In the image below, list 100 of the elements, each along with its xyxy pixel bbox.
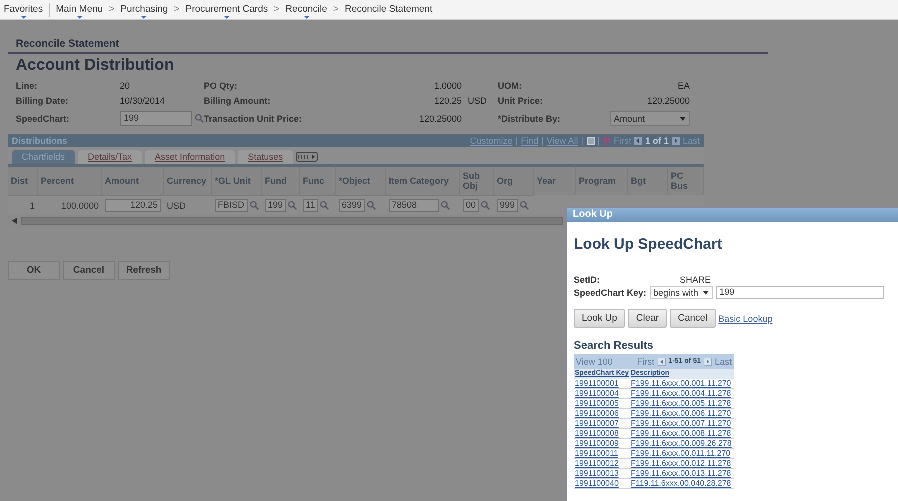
field-label: Billing Date: bbox=[16, 96, 70, 106]
column-header: *Object bbox=[336, 167, 386, 195]
field-label: UOM: bbox=[498, 81, 523, 91]
result-link[interactable]: F199.11.6xxx.00.001.11.270 bbox=[631, 379, 732, 388]
breadcrumb-link[interactable]: Reconcile Statement bbox=[344, 4, 433, 15]
previous-icon[interactable] bbox=[658, 358, 666, 366]
result-link[interactable]: 1991100009 bbox=[575, 439, 619, 448]
breadcrumb-link[interactable]: Main Menu bbox=[56, 4, 104, 15]
result-link[interactable]: 1991100001 bbox=[575, 379, 619, 388]
column-header: Amount bbox=[102, 167, 164, 195]
result-link[interactable]: F199.11.6xxx.00.012.11.278 bbox=[631, 459, 732, 468]
breadcrumb-link[interactable]: Purchasing bbox=[120, 4, 168, 15]
search-icon[interactable] bbox=[520, 201, 530, 210]
input-field[interactable]: 120.25 bbox=[105, 199, 161, 212]
menu-caret-icon[interactable] bbox=[141, 16, 148, 19]
field-label: Unit Price: bbox=[498, 96, 544, 106]
result-link[interactable]: 1991100006 bbox=[575, 409, 619, 418]
separator: | bbox=[581, 136, 584, 146]
field-label: PO Qty: bbox=[204, 81, 239, 91]
column-header: Year bbox=[534, 167, 576, 195]
table-cell: 100.0000 bbox=[61, 200, 99, 210]
operator-dropdown[interactable]: begins with bbox=[650, 286, 713, 299]
menu-caret-icon[interactable] bbox=[76, 16, 83, 19]
result-link[interactable]: 1991100011 bbox=[575, 449, 618, 458]
page-button[interactable]: OK bbox=[8, 261, 60, 280]
field-label: Transaction Unit Price: bbox=[204, 114, 304, 124]
breadcrumb-link[interactable]: Favorites bbox=[4, 4, 44, 15]
input-field[interactable]: 199 bbox=[716, 286, 884, 299]
dropdown-value: begins with bbox=[654, 288, 699, 298]
page-button[interactable]: Refresh bbox=[118, 261, 170, 280]
page-button[interactable]: Cancel bbox=[63, 261, 115, 280]
search-icon[interactable] bbox=[481, 201, 490, 210]
input-field[interactable]: FBISD bbox=[215, 199, 248, 212]
column-header: Org bbox=[494, 167, 534, 195]
column-header: Currency bbox=[164, 167, 212, 195]
menu-caret-icon[interactable] bbox=[20, 16, 27, 19]
search-icon[interactable] bbox=[320, 201, 330, 210]
result-link[interactable]: F199.11.6xxx.00.009.26.278 bbox=[631, 439, 732, 448]
dialog-heading: Look Up SpeedChart bbox=[574, 236, 724, 253]
zoom-icon[interactable] bbox=[586, 136, 595, 144]
result-link[interactable]: F199.11.6xxx.00.011.11.270 bbox=[631, 449, 731, 458]
input-field[interactable]: 00 bbox=[463, 199, 480, 212]
breadcrumb-link[interactable]: Reconcile bbox=[286, 4, 328, 15]
result-link[interactable]: 1991100004 bbox=[575, 389, 619, 398]
dropdown[interactable]: Amount bbox=[610, 111, 690, 126]
search-icon[interactable] bbox=[195, 114, 204, 123]
result-link[interactable]: F199.11.6xxx.00.008.11.278 bbox=[631, 429, 732, 438]
input-field[interactable]: 199 bbox=[265, 199, 286, 212]
field-label: SetID: bbox=[574, 274, 602, 284]
breadcrumb-separator: > bbox=[333, 4, 339, 15]
result-link[interactable]: 1991100007 bbox=[575, 419, 619, 428]
result-link[interactable]: 1991100008 bbox=[575, 429, 619, 438]
result-link[interactable]: F199.11.6xxx.00.013.11.278 bbox=[631, 469, 732, 478]
menu-caret-icon[interactable] bbox=[224, 16, 230, 19]
input-field[interactable]: 999 bbox=[497, 199, 518, 212]
search-icon[interactable] bbox=[288, 201, 297, 210]
result-link[interactable]: F119.11.6xxx.00.040.28.278 bbox=[631, 479, 732, 488]
breadcrumb-link[interactable]: Procurement Cards bbox=[186, 4, 268, 15]
basic-lookup-link[interactable]: Basic Lookup bbox=[718, 314, 773, 324]
tab[interactable]: Details/Tax bbox=[78, 150, 142, 164]
result-link[interactable]: F199.11.6xxx.00.006.11.270 bbox=[631, 409, 732, 418]
dropdown-value: Amount bbox=[614, 114, 646, 124]
separator: | bbox=[598, 136, 600, 146]
field-value: 1.0000 bbox=[433, 81, 462, 91]
grid-title: Distributions bbox=[12, 136, 68, 146]
tab[interactable]: Statuses bbox=[238, 150, 294, 164]
caret-icon[interactable] bbox=[702, 290, 709, 294]
search-icon[interactable] bbox=[441, 201, 450, 210]
result-link[interactable]: 1991100005 bbox=[575, 399, 619, 408]
search-icon[interactable] bbox=[367, 201, 376, 210]
column-header: Dist bbox=[8, 167, 38, 195]
input-field[interactable]: 78508 bbox=[389, 199, 439, 212]
section-title: Reconcile Statement bbox=[8, 38, 768, 54]
result-link[interactable]: F199.11.6xxx.00.005.11.278 bbox=[631, 399, 732, 408]
left-arrow-icon[interactable] bbox=[12, 218, 17, 224]
column-header: Fund bbox=[262, 167, 300, 195]
currency-label: USD bbox=[467, 96, 488, 106]
menu-caret-icon[interactable] bbox=[304, 16, 310, 19]
previous-icon[interactable] bbox=[634, 136, 642, 144]
result-link[interactable]: 1991100040 bbox=[575, 479, 619, 488]
show-all-columns-icon[interactable] bbox=[296, 152, 318, 162]
next-icon[interactable] bbox=[704, 358, 712, 366]
tab[interactable]: Asset Information bbox=[145, 150, 236, 164]
dialog-button[interactable]: Look Up bbox=[574, 309, 626, 328]
input-field[interactable]: 6399 bbox=[339, 199, 366, 212]
result-link[interactable]: 1991100012 bbox=[575, 459, 619, 468]
caret-icon[interactable] bbox=[680, 116, 686, 120]
result-link[interactable]: F199.11.6xxx.00.004.11.278 bbox=[631, 389, 732, 398]
field-value: 20 bbox=[120, 81, 132, 91]
separator: | bbox=[516, 136, 518, 146]
result-link[interactable]: 1991100013 bbox=[575, 469, 619, 478]
next-icon[interactable] bbox=[672, 136, 680, 144]
search-icon[interactable] bbox=[250, 201, 259, 210]
page-title: Account Distribution bbox=[15, 56, 176, 76]
input-field[interactable]: 11 bbox=[303, 199, 318, 212]
column-header: Sub Obj bbox=[460, 167, 494, 195]
dialog-button[interactable]: Cancel bbox=[670, 309, 716, 328]
result-link[interactable]: F199.11.6xxx.00.007.11.270 bbox=[631, 419, 732, 428]
input-field[interactable]: 199 bbox=[120, 111, 192, 126]
dialog-button[interactable]: Clear bbox=[628, 309, 668, 328]
